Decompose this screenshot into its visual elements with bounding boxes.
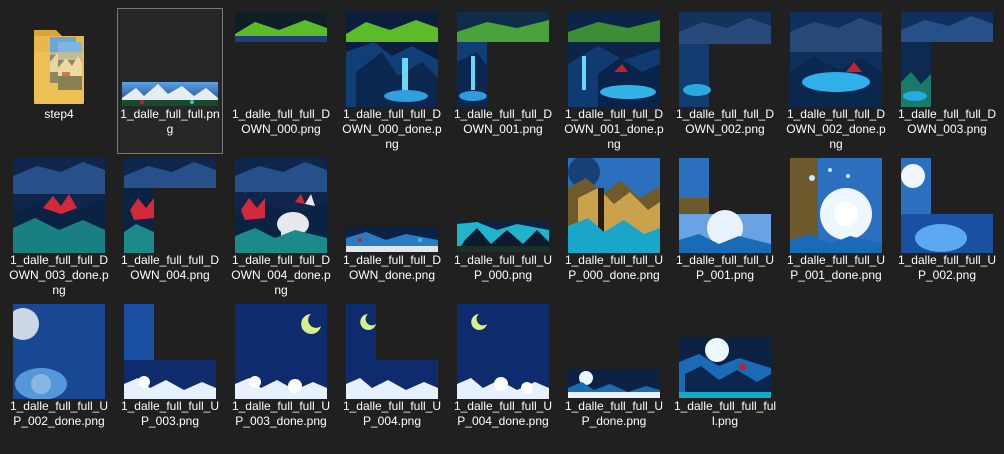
image-thumbnail xyxy=(121,158,219,253)
file-item-up-003[interactable]: 1_dalle_full_full_UP_003.png xyxy=(117,300,223,446)
file-item-down-003-done[interactable]: 1_dalle_full_full_DOWN_003_done.png xyxy=(6,154,112,300)
image-thumbnail xyxy=(454,304,552,399)
file-name: 1_dalle_full_full_DOWN_003.png xyxy=(897,107,997,136)
file-name: 1_dalle_full_full_UP_003.png xyxy=(120,399,220,428)
file-name: 1_dalle_full_full_DOWN_001_done.png xyxy=(564,107,664,151)
file-item-down-done[interactable]: 1_dalle_full_full_DOWN_done.png xyxy=(339,154,445,300)
file-name: 1_dalle_full_full_DOWN_002_done.png xyxy=(786,107,886,151)
file-item-up-004[interactable]: 1_dalle_full_full_UP_004.png xyxy=(339,300,445,446)
image-thumbnail xyxy=(676,12,774,107)
image-thumbnail xyxy=(787,12,885,107)
file-item-down-000-done[interactable]: 1_dalle_full_full_DOWN_000_done.png xyxy=(339,8,445,154)
file-item-down-000[interactable]: 1_dalle_full_full_DOWN_000.png xyxy=(228,8,334,154)
image-thumbnail xyxy=(676,158,774,253)
file-name: 1_dalle_full_full_UP_002.png xyxy=(897,253,997,282)
folder-icon xyxy=(10,12,108,107)
file-name: 1_dalle_full_full.png xyxy=(120,107,220,136)
image-thumbnail xyxy=(121,12,219,107)
file-item-up-done[interactable]: 1_dalle_full_full_UP_done.png xyxy=(561,300,667,446)
image-thumbnail xyxy=(565,158,663,253)
file-item-down-002-done[interactable]: 1_dalle_full_full_DOWN_002_done.png xyxy=(783,8,889,154)
file-item-down-001[interactable]: 1_dalle_full_full_DOWN_001.png xyxy=(450,8,556,154)
file-name: 1_dalle_full_full_DOWN_004_done.png xyxy=(231,253,331,297)
file-item-up-002-done[interactable]: 1_dalle_full_full_UP_002_done.png xyxy=(6,300,112,446)
file-item-down-003[interactable]: 1_dalle_full_full_DOWN_003.png xyxy=(894,8,1000,154)
file-name: 1_dalle_full_full_UP_002_done.png xyxy=(9,399,109,428)
image-thumbnail xyxy=(898,158,996,253)
file-item-up-003-done[interactable]: 1_dalle_full_full_UP_003_done.png xyxy=(228,300,334,446)
image-thumbnail xyxy=(343,304,441,399)
image-thumbnail xyxy=(343,12,441,107)
file-item-down-004[interactable]: 1_dalle_full_full_DOWN_004.png xyxy=(117,154,223,300)
file-item-up-000-done[interactable]: 1_dalle_full_full_UP_000_done.png xyxy=(561,154,667,300)
image-thumbnail xyxy=(898,12,996,107)
image-thumbnail xyxy=(10,158,108,253)
image-thumbnail xyxy=(565,12,663,107)
file-name: 1_dalle_full_full_UP_000_done.png xyxy=(564,253,664,282)
file-name: 1_dalle_full_full_DOWN_001.png xyxy=(453,107,553,136)
image-thumbnail xyxy=(232,158,330,253)
image-thumbnail xyxy=(454,12,552,107)
file-item-up-002[interactable]: 1_dalle_full_full_UP_002.png xyxy=(894,154,1000,300)
file-name: 1_dalle_full_full_UP_000.png xyxy=(453,253,553,282)
image-thumbnail xyxy=(787,158,885,253)
file-item-up-004-done[interactable]: 1_dalle_full_full_UP_004_done.png xyxy=(450,300,556,446)
file-item-up-000[interactable]: 1_dalle_full_full_UP_000.png xyxy=(450,154,556,300)
file-item-1-dalle-full-full[interactable]: 1_dalle_full_full.png xyxy=(117,8,223,154)
file-item-down-001-done[interactable]: 1_dalle_full_full_DOWN_001_done.png xyxy=(561,8,667,154)
file-name: 1_dalle_full_full_DOWN_003_done.png xyxy=(9,253,109,297)
file-name: 1_dalle_full_full_DOWN_done.png xyxy=(342,253,442,282)
file-item-up-001[interactable]: 1_dalle_full_full_UP_001.png xyxy=(672,154,778,300)
file-name: 1_dalle_full_full_UP_003_done.png xyxy=(231,399,331,428)
file-name: 1_dalle_full_full_UP_004.png xyxy=(342,399,442,428)
file-name: 1_dalle_full_full_UP_done.png xyxy=(564,399,664,428)
file-name: 1_dalle_full_full_UP_004_done.png xyxy=(453,399,553,428)
file-item-1-dalle-full-full-full[interactable]: 1_dalle_full_full_full.png xyxy=(672,300,778,446)
image-thumbnail xyxy=(454,158,552,253)
image-thumbnail xyxy=(676,304,774,399)
file-name: 1_dalle_full_full_full.png xyxy=(673,399,777,428)
file-explorer-view: step4 1_dalle_full_full.png 1_dalle_full… xyxy=(0,0,1004,454)
file-name: 1_dalle_full_full_DOWN_004.png xyxy=(120,253,220,282)
image-thumbnail xyxy=(232,12,330,107)
image-thumbnail xyxy=(10,304,108,399)
file-item-up-001-done[interactable]: 1_dalle_full_full_UP_001_done.png xyxy=(783,154,889,300)
file-item-step4[interactable]: step4 xyxy=(6,8,112,154)
file-item-down-004-done[interactable]: 1_dalle_full_full_DOWN_004_done.png xyxy=(228,154,334,300)
file-item-down-002[interactable]: 1_dalle_full_full_DOWN_002.png xyxy=(672,8,778,154)
file-name: 1_dalle_full_full_DOWN_000.png xyxy=(231,107,331,136)
file-name: 1_dalle_full_full_DOWN_002.png xyxy=(675,107,775,136)
image-thumbnail xyxy=(121,304,219,399)
file-name: step4 xyxy=(44,107,74,121)
file-name: 1_dalle_full_full_DOWN_000_done.png xyxy=(342,107,442,151)
image-thumbnail xyxy=(232,304,330,399)
file-name: 1_dalle_full_full_UP_001.png xyxy=(675,253,775,282)
image-thumbnail xyxy=(565,304,663,399)
image-thumbnail xyxy=(343,158,441,253)
file-name: 1_dalle_full_full_UP_001_done.png xyxy=(786,253,886,282)
